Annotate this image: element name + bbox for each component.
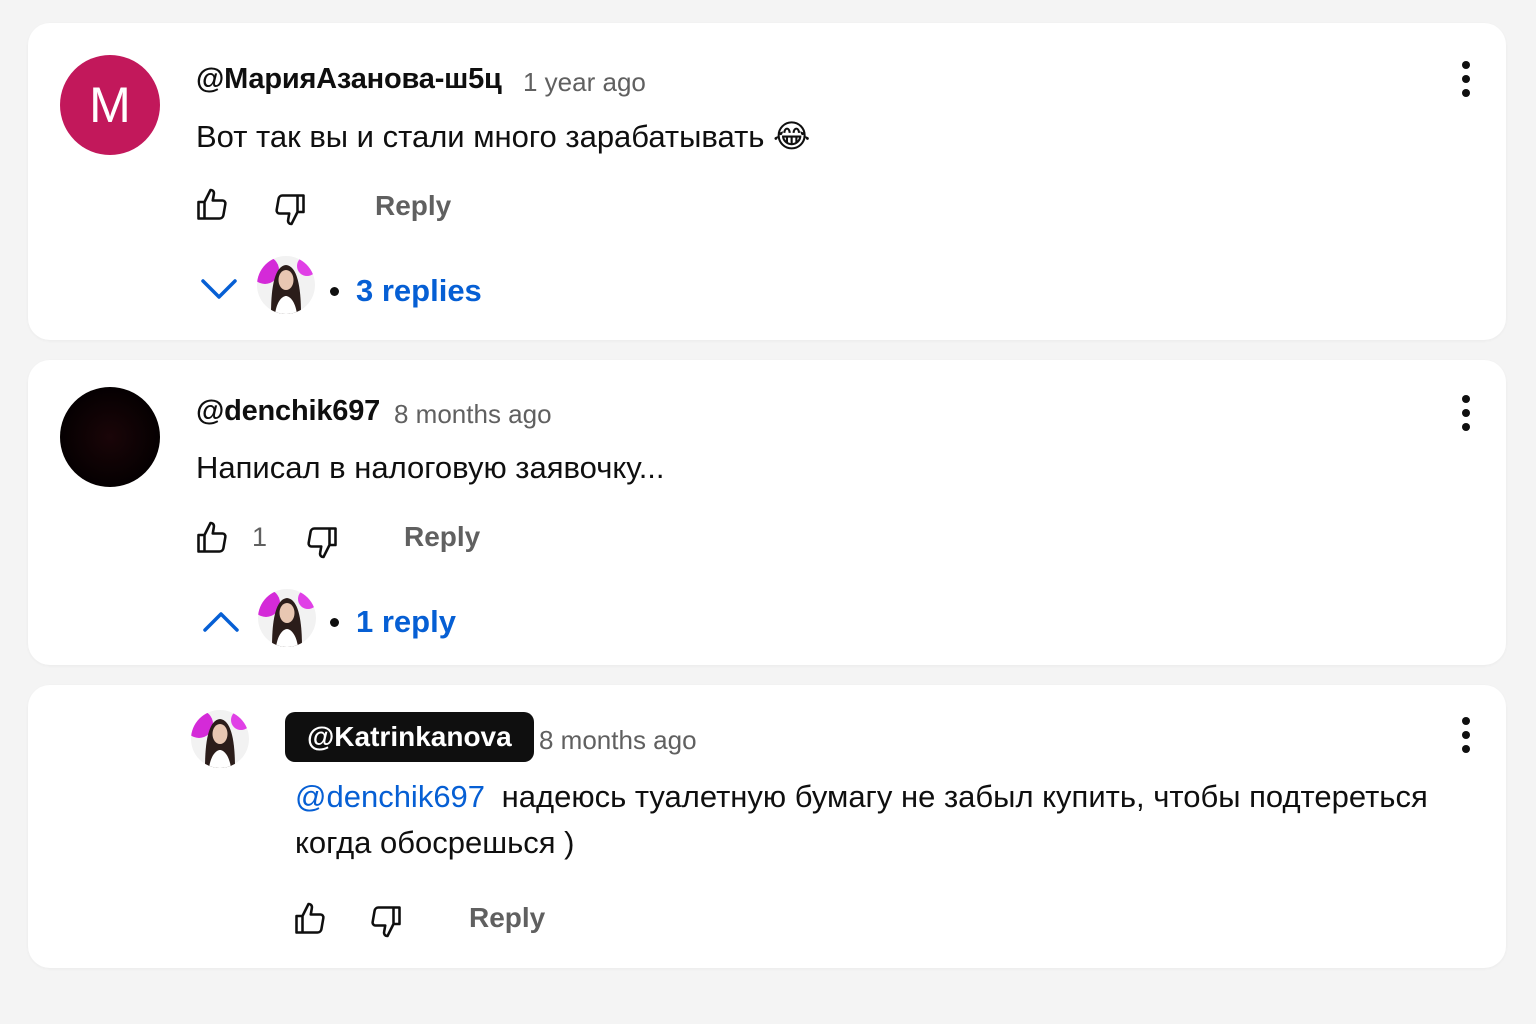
like-count: 1 [252, 522, 268, 552]
dislike-button[interactable] [302, 520, 342, 564]
avatar[interactable] [60, 387, 160, 487]
thumb-up-icon [295, 902, 325, 934]
reply-text-line1: @denchik697 надеюсь туалетную бумагу не … [295, 779, 1428, 815]
comment-time[interactable]: 8 months ago [539, 725, 697, 756]
comment-text: Вот так вы и стали много зарабатывать 😂 [196, 117, 810, 155]
comment-author[interactable]: @denchik697 [196, 395, 380, 428]
reply-author-avatar[interactable] [257, 256, 315, 314]
avatar[interactable] [191, 710, 249, 768]
comment-author[interactable]: @МарияАзанова-ш5ц [196, 63, 502, 96]
thumb-down-icon [307, 527, 337, 559]
thumb-down-icon [275, 194, 305, 226]
avatar[interactable]: M [60, 55, 160, 155]
comment-card: M @МарияАзанова-ш5ц 1 year ago Вот так в… [28, 23, 1506, 340]
more-options-icon[interactable] [1456, 715, 1476, 755]
comment-text: Написал в налоговую заявочку... [196, 450, 665, 485]
comment-text-body: Вот так вы и стали много зарабатывать [196, 119, 765, 154]
thumb-up-icon [197, 188, 227, 220]
channel-owner-badge[interactable]: @Katrinkanova [285, 712, 534, 762]
comment-time[interactable]: 8 months ago [394, 399, 552, 430]
like-button[interactable] [192, 183, 232, 227]
view-replies-link[interactable]: 1 reply [356, 604, 456, 640]
comment-card: @denchik697 8 months ago Написал в налог… [28, 360, 1506, 665]
like-button[interactable] [192, 516, 232, 560]
avatar-letter: M [89, 77, 131, 133]
mention-link[interactable]: @denchik697 [295, 779, 485, 814]
like-button[interactable] [290, 897, 330, 941]
reply-button[interactable]: Reply [469, 902, 545, 934]
thumb-up-icon [197, 521, 227, 553]
chevron-up-icon[interactable] [202, 608, 240, 636]
woman-portrait-icon [191, 710, 249, 768]
reply-text-line2: когда обосрешься ) [295, 825, 575, 860]
reply-text-body: надеюсь туалетную бумагу не забыл купить… [493, 779, 1428, 814]
reply-card: @Katrinkanova 8 months ago @denchik697 н… [28, 685, 1506, 968]
separator-dot [330, 618, 339, 627]
more-options-icon[interactable] [1456, 59, 1476, 99]
reply-button[interactable]: Reply [375, 190, 451, 222]
thumb-down-icon [371, 906, 401, 938]
more-options-icon[interactable] [1456, 393, 1476, 433]
reply-author-avatar[interactable] [258, 589, 316, 647]
laughing-emoji-icon: 😂 [773, 118, 811, 154]
view-replies-link[interactable]: 3 replies [356, 273, 482, 309]
dislike-button[interactable] [270, 187, 310, 231]
separator-dot [330, 287, 339, 296]
reply-button[interactable]: Reply [404, 521, 480, 553]
comment-time[interactable]: 1 year ago [523, 67, 646, 98]
dislike-button[interactable] [366, 899, 406, 943]
woman-portrait-icon [258, 589, 316, 647]
woman-portrait-icon [257, 256, 315, 314]
chevron-down-icon[interactable] [200, 275, 238, 303]
